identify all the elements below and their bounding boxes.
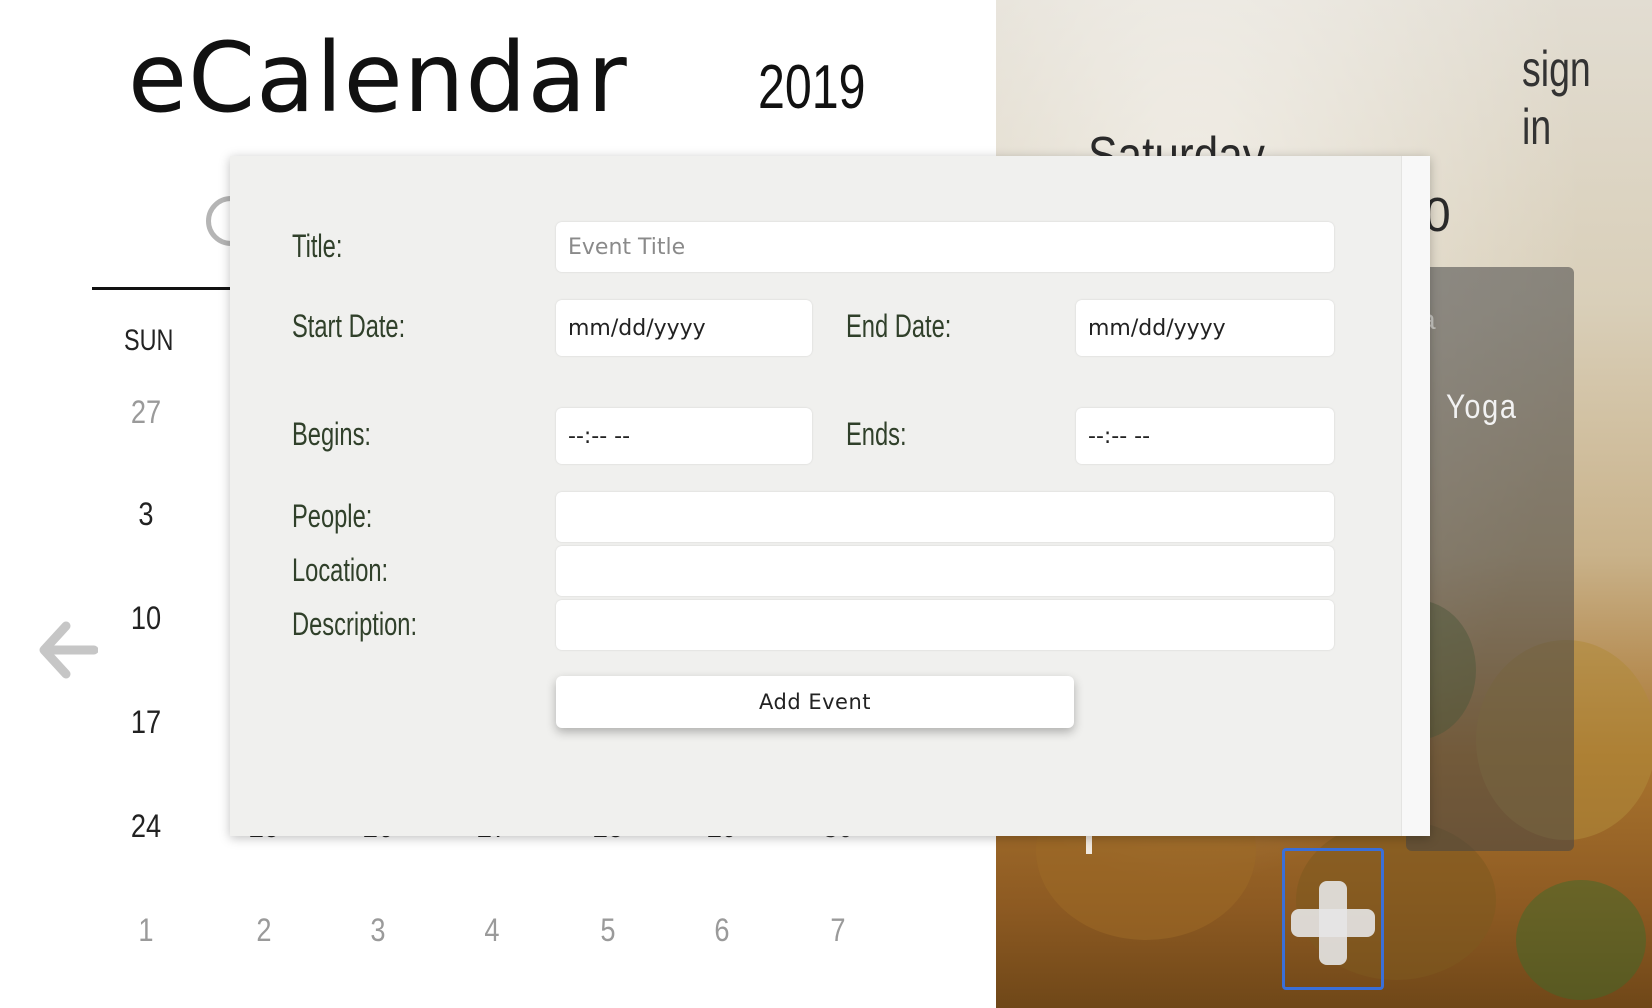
start-date-label: Start Date: <box>292 308 406 344</box>
submit-event-button[interactable]: Add Event <box>556 676 1074 728</box>
event-indicator <box>1086 836 1092 854</box>
day-cell[interactable]: 27 <box>121 394 172 431</box>
day-cell[interactable]: 1 <box>121 912 172 949</box>
day-cell[interactable]: 17 <box>121 704 172 741</box>
year-label: 2019 <box>758 53 866 122</box>
ends-input[interactable]: --:-- -- <box>1076 408 1334 464</box>
month-underline <box>92 287 242 290</box>
add-event-modal: Title: Event Title Start Date: mm/dd/yyy… <box>230 156 1430 836</box>
people-label: People: <box>292 498 373 534</box>
end-date-input[interactable]: mm/dd/yyyy <box>1076 300 1334 356</box>
description-label: Description: <box>292 606 418 642</box>
dow-sun: SUN <box>124 324 174 357</box>
end-date-label: End Date: <box>846 308 952 344</box>
add-event-button[interactable] <box>1282 848 1384 990</box>
day-cell[interactable]: 5 <box>583 912 634 949</box>
sign-in-link[interactable]: sign in <box>1522 40 1620 156</box>
day-cell[interactable]: 24 <box>121 808 172 845</box>
app-title: eCalendar <box>128 22 628 134</box>
day-cell[interactable]: 2 <box>239 912 290 949</box>
day-cell[interactable]: 3 <box>353 912 404 949</box>
begins-input[interactable]: --:-- -- <box>556 408 812 464</box>
begins-label: Begins: <box>292 416 371 452</box>
arrow-left-icon[interactable] <box>38 620 98 680</box>
location-label: Location: <box>292 552 389 588</box>
start-date-input[interactable]: mm/dd/yyyy <box>556 300 812 356</box>
day-cell[interactable]: 4 <box>467 912 518 949</box>
events-list <box>1406 267 1574 851</box>
day-cell[interactable]: 6 <box>697 912 748 949</box>
day-cell[interactable]: 10 <box>121 600 172 637</box>
event-item-yoga[interactable]: Yoga <box>1446 388 1518 427</box>
title-label: Title: <box>292 228 343 264</box>
day-cell[interactable]: 7 <box>813 912 864 949</box>
title-input[interactable]: Event Title <box>556 222 1334 272</box>
description-input[interactable] <box>556 600 1334 650</box>
modal-scrollbar[interactable] <box>1401 156 1430 836</box>
ends-label: Ends: <box>846 416 907 452</box>
day-cell[interactable]: 3 <box>121 496 172 533</box>
people-input[interactable] <box>556 492 1334 542</box>
location-input[interactable] <box>556 546 1334 596</box>
